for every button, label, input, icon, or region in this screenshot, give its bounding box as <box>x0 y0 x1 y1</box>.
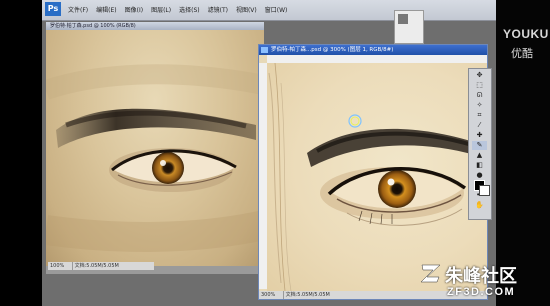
eraser-tool-icon[interactable]: ◧ <box>472 161 487 170</box>
heal-tool-icon[interactable]: ✚ <box>472 131 487 140</box>
eye-painting-right <box>268 63 477 291</box>
menu-image[interactable]: 图像(I) <box>125 5 143 14</box>
zoom-field-right[interactable]: 300% <box>259 291 284 299</box>
lasso-tool-icon[interactable]: ᘏ <box>472 91 487 100</box>
doc-size-left: 文档:5.05M/5.05M <box>74 263 119 269</box>
document-tab-right[interactable]: 罗伯特-帕丁森...psd @ 300% (图层 1, RGB/8#) <box>259 45 487 55</box>
doc-size-right: 文档:5.05M/5.05M <box>285 292 330 298</box>
menu-view[interactable]: 视图(V) <box>236 5 257 14</box>
zf3d-watermark-en: ZF3D.COM <box>447 286 516 298</box>
eyedropper-tool-icon[interactable]: ⁄ <box>472 121 487 130</box>
hand-tool-icon[interactable]: ✋ <box>472 201 487 210</box>
status-bar-left: 100% 文档:5.05M/5.05M <box>48 262 154 270</box>
move-tool-icon[interactable]: ✥ <box>472 71 487 80</box>
photoshop-logo: Ps <box>45 2 61 16</box>
background-color-swatch[interactable] <box>479 185 490 196</box>
menu-filter[interactable]: 滤镜(T) <box>208 5 228 14</box>
tools-panel: ✥ ⬚ ᘏ ✧ ⌗ ⁄ ✚ ✎ ▲ ◧ ● T ✒ ✋ <box>468 68 492 220</box>
youku-watermark: YOUKU <box>503 27 549 41</box>
menu-layer[interactable]: 图层(L) <box>151 5 171 14</box>
menu-items: 文件(F) 编辑(E) 图像(I) 图层(L) 选择(S) 滤镜(T) 视图(V… <box>68 5 287 14</box>
document-icon <box>261 47 268 53</box>
wand-tool-icon[interactable]: ✧ <box>472 101 487 110</box>
canvas-right[interactable] <box>267 63 487 291</box>
crop-tool-icon[interactable]: ⌗ <box>472 111 487 120</box>
document-tab-left[interactable]: 罗伯特·帕丁森.psd @ 100% (RGB/8) <box>46 22 264 30</box>
eye-photo-left <box>46 64 264 252</box>
menu-window[interactable]: 窗口(W) <box>265 5 288 14</box>
zf3d-watermark-cn: 朱峰社区 <box>445 266 517 287</box>
marquee-tool-icon[interactable]: ⬚ <box>472 81 487 90</box>
menu-select[interactable]: 选择(S) <box>179 5 200 14</box>
blur-tool-icon[interactable]: ● <box>472 171 487 180</box>
video-frame: Ps 文件(F) 编辑(E) 图像(I) 图层(L) 选择(S) 滤镜(T) 视… <box>0 0 550 306</box>
stamp-tool-icon[interactable]: ▲ <box>472 151 487 160</box>
menu-edit[interactable]: 编辑(E) <box>96 5 116 14</box>
brush-tool-icon[interactable]: ✎ <box>472 141 487 150</box>
menu-bar: Ps 文件(F) 编辑(E) 图像(I) 图层(L) 选择(S) 滤镜(T) 视… <box>42 0 496 21</box>
zoom-field-left[interactable]: 100% <box>48 262 73 270</box>
menu-file[interactable]: 文件(F) <box>68 5 88 14</box>
youku-watermark-cn: 优酷 <box>511 47 533 60</box>
canvas-left[interactable] <box>46 30 264 266</box>
document-window-left: 罗伯特·帕丁森.psd @ 100% (RGB/8) <box>46 22 264 274</box>
navigator-thumbnail[interactable] <box>398 14 408 24</box>
zf3d-logo-icon <box>420 264 441 283</box>
